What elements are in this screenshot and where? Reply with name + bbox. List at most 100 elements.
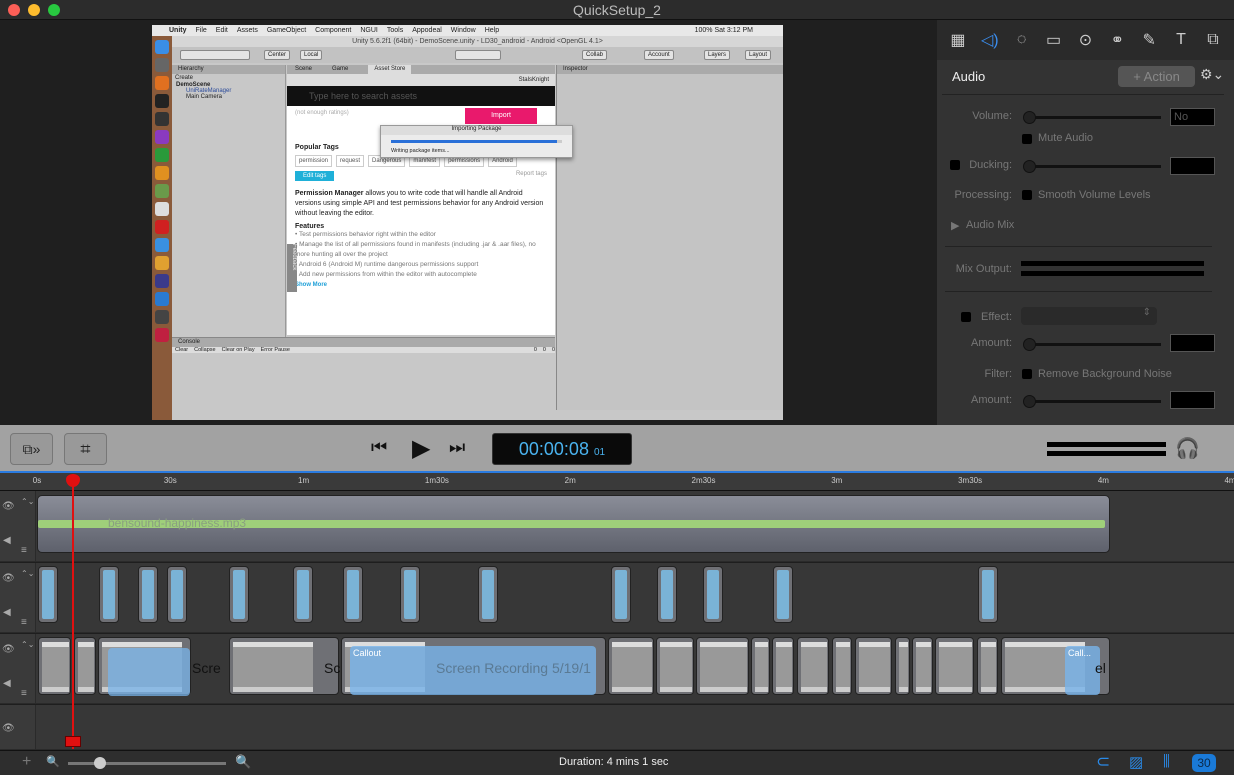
audio-clip[interactable]: bensound-happiness.mp3 bbox=[37, 495, 1110, 553]
tag[interactable]: request bbox=[336, 155, 365, 167]
callout-clip[interactable] bbox=[773, 566, 793, 623]
mute-audio-checkbox[interactable] bbox=[1022, 134, 1032, 144]
speaker-icon[interactable]: ◀ bbox=[3, 607, 11, 618]
gear-icon[interactable]: ⚙⌄ bbox=[1200, 66, 1224, 83]
audio-icon[interactable]: ◁) bbox=[980, 30, 1000, 50]
screen-icon[interactable]: ▭ bbox=[1044, 30, 1064, 50]
headphones-icon[interactable]: 🎧 bbox=[1175, 436, 1200, 461]
recording-clip[interactable] bbox=[696, 637, 749, 695]
speaker-icon[interactable]: ◀ bbox=[3, 535, 11, 546]
report-tags-link[interactable]: Report tags bbox=[516, 171, 547, 181]
recording-clip[interactable] bbox=[772, 637, 794, 695]
recording-clip[interactable] bbox=[935, 637, 974, 695]
callout-clip[interactable] bbox=[400, 566, 420, 623]
add-action-button[interactable]: + Action bbox=[1118, 66, 1195, 87]
annotation-pencil-icon[interactable]: ✎ bbox=[1139, 30, 1159, 50]
cursor-icon[interactable]: ⊙ bbox=[1075, 30, 1095, 50]
play-button[interactable]: ▶ bbox=[412, 434, 430, 463]
callout-clip[interactable] bbox=[293, 566, 313, 623]
hier-item[interactable]: Main Camera bbox=[172, 94, 285, 100]
callout-clip[interactable] bbox=[99, 566, 119, 623]
disclosure-triangle-icon[interactable]: ▶ bbox=[951, 219, 959, 232]
playhead[interactable] bbox=[64, 474, 81, 749]
tab-asset-store[interactable]: Asset Store bbox=[368, 65, 412, 74]
callout-clip[interactable] bbox=[703, 566, 723, 623]
import-button[interactable]: Import bbox=[465, 108, 537, 124]
eye-icon[interactable]: 👁 bbox=[2, 644, 15, 655]
hierarchy-tab[interactable]: Hierarchy bbox=[172, 65, 285, 74]
recording-clip[interactable] bbox=[38, 637, 71, 695]
effect-select[interactable]: ⇕ bbox=[1021, 307, 1157, 325]
tab-scene[interactable]: Scene bbox=[295, 65, 312, 74]
effect-amount-slider[interactable] bbox=[1023, 338, 1161, 351]
callout-clip[interactable] bbox=[657, 566, 677, 623]
callout-overlay[interactable] bbox=[108, 648, 190, 696]
time-ruler[interactable]: 0s 30s 1m 1m30s 2m 2m30s 3m 3m30s 4m 4m bbox=[0, 473, 1234, 491]
noise-removal-checkbox[interactable] bbox=[1022, 369, 1032, 379]
rewind-button[interactable]: ⏮ bbox=[371, 437, 387, 458]
asset-search[interactable]: Type here to search assets bbox=[287, 86, 555, 106]
track-menu-icon[interactable]: ≡ bbox=[21, 617, 27, 628]
callout-clip[interactable] bbox=[38, 566, 58, 623]
audio-mix-label[interactable]: Audio Mix bbox=[966, 219, 1014, 231]
smooth-volume-checkbox[interactable] bbox=[1022, 190, 1032, 200]
callout-clip[interactable] bbox=[478, 566, 498, 623]
reorder-arrows-icon[interactable]: ⌃⌄ bbox=[21, 569, 34, 578]
show-more-link[interactable]: Show More bbox=[287, 280, 555, 290]
effect-amount-value[interactable] bbox=[1170, 334, 1215, 352]
inspector-tab[interactable]: Inspector bbox=[557, 65, 783, 74]
callout-clip[interactable] bbox=[343, 566, 363, 623]
text-icon[interactable]: T bbox=[1171, 30, 1191, 50]
ducking-slider[interactable] bbox=[1023, 160, 1161, 173]
console-tab[interactable]: Console bbox=[172, 338, 555, 347]
volume-slider[interactable] bbox=[1023, 111, 1161, 124]
callout-clip[interactable] bbox=[167, 566, 187, 623]
play-controls[interactable] bbox=[455, 50, 501, 60]
collab-button[interactable]: Collab bbox=[582, 50, 608, 60]
waveform-icon[interactable]: ⫼ bbox=[1163, 753, 1170, 770]
eye-icon[interactable]: 👁 bbox=[2, 573, 15, 584]
edit-tags-button[interactable]: Edit tags bbox=[295, 171, 335, 181]
console-clear[interactable]: Clear bbox=[175, 347, 188, 353]
recording-clip[interactable] bbox=[855, 637, 892, 695]
recording-clip[interactable] bbox=[895, 637, 910, 695]
fps-badge[interactable]: 30 bbox=[1192, 754, 1216, 772]
image-icon[interactable]: ▨ bbox=[1129, 753, 1143, 771]
fast-forward-button[interactable]: ⏭ bbox=[449, 437, 465, 458]
tab-game[interactable]: Game bbox=[332, 65, 348, 74]
show-tools-button[interactable]: ⧉» bbox=[10, 433, 53, 465]
recording-clip[interactable] bbox=[751, 637, 770, 695]
zoom-in-icon[interactable]: 🔍 bbox=[235, 754, 251, 770]
eye-icon[interactable]: 👁 bbox=[2, 723, 15, 734]
animation-icon[interactable]: ◌ bbox=[1012, 30, 1032, 50]
reorder-arrows-icon[interactable]: ⌃⌄ bbox=[21, 497, 34, 506]
noise-amount-slider[interactable] bbox=[1023, 395, 1161, 408]
console-collapse[interactable]: Collapse bbox=[194, 347, 215, 353]
feedback-tab[interactable]: Feedback bbox=[287, 244, 297, 292]
console-clear-on-play[interactable]: Clear on Play bbox=[222, 347, 255, 353]
crop-button[interactable]: ⌗ bbox=[64, 433, 107, 465]
recording-clip[interactable] bbox=[74, 637, 96, 695]
recording-clip[interactable] bbox=[229, 637, 339, 695]
recording-clip[interactable] bbox=[656, 637, 694, 695]
recording-clip[interactable] bbox=[797, 637, 829, 695]
zoom-slider[interactable] bbox=[68, 757, 226, 769]
recording-clip[interactable] bbox=[912, 637, 933, 695]
recording-preview[interactable]: Unity File Edit Assets GameObject Compon… bbox=[152, 25, 783, 420]
recording-clip[interactable] bbox=[608, 637, 654, 695]
transitions-icon[interactable]: ⚭ bbox=[1107, 30, 1127, 50]
add-track-icon[interactable]: + bbox=[22, 753, 31, 771]
user-menu[interactable]: StalsKnight bbox=[287, 74, 555, 86]
ducking-value[interactable] bbox=[1170, 157, 1215, 175]
callout-clip[interactable] bbox=[229, 566, 249, 623]
zoom-out-icon[interactable]: 🔍 bbox=[46, 755, 60, 768]
track-menu-icon[interactable]: ≡ bbox=[21, 545, 27, 556]
tag[interactable]: permission bbox=[295, 155, 333, 167]
layers-button[interactable]: Layers bbox=[704, 50, 731, 60]
account-button[interactable]: Account bbox=[644, 50, 674, 60]
track-menu-icon[interactable]: ≡ bbox=[21, 688, 27, 699]
transform-tools[interactable] bbox=[180, 50, 250, 60]
magnet-snap-icon[interactable]: ⊂ bbox=[1096, 752, 1110, 772]
volume-value[interactable]: No Selection bbox=[1170, 108, 1215, 126]
reorder-arrows-icon[interactable]: ⌃⌄ bbox=[21, 640, 34, 649]
